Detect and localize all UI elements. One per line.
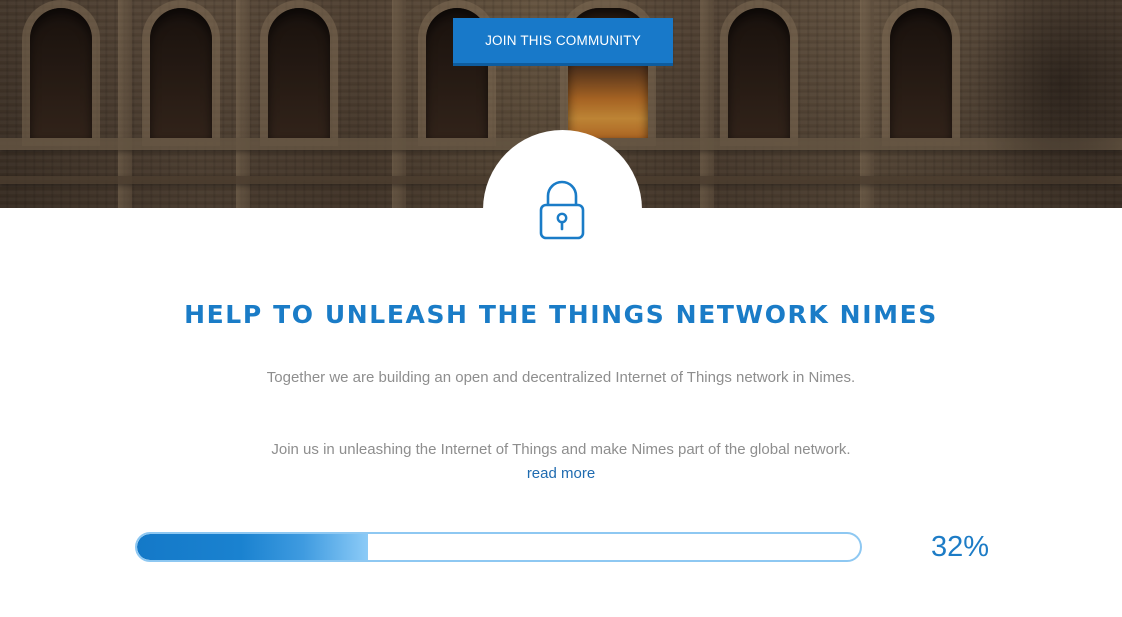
page-title: HELP TO UNLEASH THE THINGS NETWORK NIMES: [184, 300, 938, 329]
progress-fill: [137, 534, 369, 560]
join-community-button[interactable]: JOIN THIS COMMUNITY: [453, 18, 673, 66]
intro-paragraph: Together we are building an open and dec…: [266, 369, 856, 386]
funding-progress-bar: [135, 532, 862, 562]
read-more-link[interactable]: read more: [0, 462, 1122, 486]
page: JOIN THIS COMMUNITY HELP TO UNLEASH THE …: [0, 0, 1122, 617]
progress-percentage: 32%: [930, 531, 990, 563]
join-paragraph: Join us in unleashing the Internet of Th…: [271, 441, 851, 458]
lock-icon: [539, 180, 585, 240]
